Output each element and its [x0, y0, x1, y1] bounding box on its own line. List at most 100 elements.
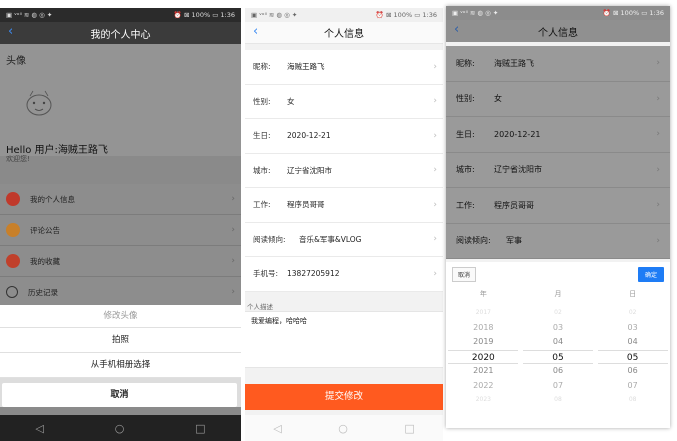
avatar-section[interactable]: 头像 Hello 用户:海贼王路飞 欢迎您!	[0, 44, 241, 163]
year-selected[interactable]: 2020	[448, 349, 519, 364]
menu-item-comments[interactable]: 评论公告 ›	[0, 215, 241, 246]
row-value: 女	[494, 94, 502, 104]
picker-cancel-button[interactable]: 取消	[452, 266, 477, 282]
day-option[interactable]: 03	[598, 321, 668, 336]
nav-home-icon[interactable]: ○	[338, 422, 348, 435]
year-option[interactable]: 2023	[448, 393, 518, 408]
info-row-job[interactable]: 工作: 程序员哥哥 ›	[245, 188, 443, 223]
chevron-right-icon: ›	[656, 200, 660, 211]
day-wheel[interactable]: 02 03 04 05 06 07 08	[597, 306, 668, 408]
back-arrow-icon[interactable]: ‹	[8, 24, 13, 39]
info-row-phone[interactable]: 手机号: 13827205912 ›	[245, 257, 443, 292]
avatar-doodle-icon[interactable]	[22, 88, 56, 118]
row-key: 阅读倾向:	[456, 236, 491, 246]
chevron-right-icon: ›	[656, 164, 660, 175]
menu-item-label: 我的个人信息	[30, 194, 75, 204]
month-option[interactable]: 04	[523, 335, 593, 350]
nav-back-icon[interactable]: ◁	[35, 422, 43, 435]
row-key: 生日:	[456, 129, 475, 139]
info-row-city[interactable]: 城市: 辽宁省沈阳市 ›	[446, 152, 670, 188]
day-option[interactable]: 04	[598, 335, 668, 350]
year-option[interactable]: 2017	[448, 306, 518, 321]
year-option[interactable]: 2019	[448, 335, 518, 350]
info-list: 昵称: 海贼王路飞 › 性别: 女 › 生日: 2020-12-21 › 城市: 辽宁省沈阳市…	[245, 50, 443, 292]
row-key: 工作:	[253, 200, 271, 210]
row-value: 辽宁省沈阳市	[287, 165, 332, 175]
status-right: ⏰ ⊠ 100% ▭ 1:36	[375, 11, 437, 19]
row-key: 生日:	[253, 131, 271, 141]
status-left: ▣ ᵛᵒˡˡ ≋ ◍ ◎ ✦	[6, 11, 53, 19]
row-value: 2020-12-21	[287, 131, 331, 141]
year-option[interactable]: 2022	[448, 379, 518, 394]
menu-item-label: 我的收藏	[30, 256, 60, 266]
status-left: ▣ ᵛᵒˡˡ ≋ ◍ ◎ ✦	[251, 11, 298, 19]
chevron-right-icon: ›	[433, 96, 437, 107]
menu-item-history[interactable]: 历史记录 ›	[0, 277, 241, 308]
picker-confirm-button[interactable]: 确定	[637, 266, 664, 282]
month-wheel[interactable]: 02 03 04 05 06 07 08	[522, 306, 593, 408]
take-photo-button[interactable]: 拍照	[0, 328, 241, 353]
day-option[interactable]: 07	[598, 379, 668, 394]
back-arrow-icon[interactable]: ‹	[253, 24, 258, 39]
info-row-job[interactable]: 工作: 程序员哥哥 ›	[446, 188, 670, 224]
choose-from-album-button[interactable]: 从手机相册选择	[0, 353, 241, 378]
row-key: 昵称:	[253, 62, 271, 72]
month-option[interactable]: 06	[523, 364, 593, 379]
user-info-icon	[6, 192, 20, 206]
day-selected[interactable]: 05	[597, 349, 668, 364]
page-title: 个人信息	[324, 29, 364, 40]
year-option[interactable]: 2018	[448, 321, 518, 336]
year-wheel[interactable]: 2017 2018 2019 2020 2021 2022 2023	[448, 306, 519, 408]
chevron-right-icon: ›	[433, 234, 437, 245]
history-icon	[6, 286, 18, 298]
row-value: 女	[287, 96, 295, 106]
info-row-nickname[interactable]: 昵称: 海贼王路飞 ›	[245, 50, 443, 85]
month-option[interactable]: 03	[523, 321, 593, 336]
info-row-gender[interactable]: 性别: 女 ›	[245, 84, 443, 119]
info-row-reading[interactable]: 阅读倾向: 音乐&军事&VLOG ›	[245, 222, 443, 257]
description-textarea[interactable]: 我爱编程，哈哈哈	[245, 311, 443, 368]
row-value: 2020-12-21	[494, 129, 541, 139]
year-option[interactable]: 2021	[448, 364, 518, 379]
day-option[interactable]: 06	[598, 364, 668, 379]
system-nav-bar: ◁ ○ □	[0, 415, 241, 441]
month-header: 月	[554, 290, 562, 298]
chevron-right-icon: ›	[656, 235, 660, 246]
chevron-right-icon: ›	[433, 165, 437, 176]
info-row-reading[interactable]: 阅读倾向: 军事 ›	[446, 223, 670, 259]
back-arrow-icon[interactable]: ‹	[454, 22, 459, 37]
row-value: 程序员哥哥	[287, 200, 325, 210]
menu-item-my-info[interactable]: 我的个人信息 ›	[0, 184, 241, 215]
chevron-right-icon: ›	[656, 129, 660, 140]
info-row-city[interactable]: 城市: 辽宁省沈阳市 ›	[245, 153, 443, 188]
day-option[interactable]: 08	[598, 393, 668, 408]
submit-button[interactable]: 提交修改	[245, 384, 443, 410]
status-bar: ▣ ᵛᵒˡˡ ≋ ◍ ◎ ✦ ⏰ ⊠ 100% ▭ 1:36	[446, 6, 670, 20]
month-selected[interactable]: 05	[522, 349, 593, 364]
nav-recent-icon[interactable]: □	[195, 422, 205, 435]
app-header: ‹ 个人信息	[446, 20, 670, 42]
menu-item-favorites[interactable]: 我的收藏 ›	[0, 246, 241, 277]
info-row-nickname[interactable]: 昵称: 海贼王路飞 ›	[446, 46, 670, 82]
picker-column-headers: 年 月 日	[446, 286, 670, 302]
row-value: 海贼王路飞	[494, 58, 534, 68]
month-option[interactable]: 07	[523, 379, 593, 394]
month-option[interactable]: 08	[523, 393, 593, 408]
row-key: 城市:	[253, 165, 271, 175]
chevron-right-icon: ›	[231, 225, 235, 235]
nav-back-icon[interactable]: ◁	[273, 422, 281, 435]
status-bar: ▣ ᵛᵒˡˡ ≋ ◍ ◎ ✦ ⏰ ⊠ 100% ▭ 1:36	[245, 8, 443, 22]
system-nav-bar: ◁ ○ □	[245, 415, 443, 441]
info-row-birthday[interactable]: 生日: 2020-12-21 ›	[245, 119, 443, 154]
row-value: 音乐&军事&VLOG	[299, 234, 362, 244]
cancel-button[interactable]: 取消	[2, 383, 237, 407]
row-value: 海贼王路飞	[287, 62, 325, 72]
nav-home-icon[interactable]: ○	[115, 422, 125, 435]
info-row-birthday[interactable]: 生日: 2020-12-21 ›	[446, 117, 670, 153]
nav-recent-icon[interactable]: □	[404, 422, 414, 435]
info-row-gender[interactable]: 性别: 女 ›	[446, 81, 670, 117]
row-key: 手机号:	[253, 269, 279, 279]
day-option[interactable]: 02	[598, 306, 668, 321]
row-value: 13827205912	[287, 269, 340, 279]
month-option[interactable]: 02	[523, 306, 593, 321]
